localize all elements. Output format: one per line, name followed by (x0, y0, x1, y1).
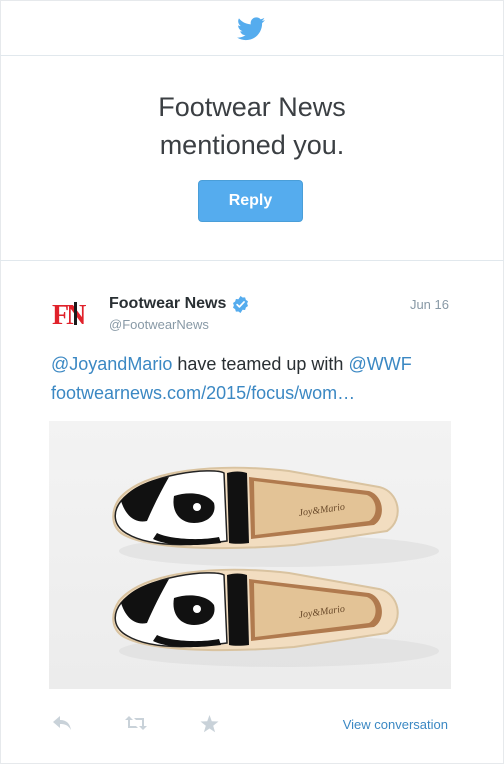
view-conversation-link[interactable]: View conversation (343, 717, 448, 732)
logo-text: FN (52, 300, 86, 328)
author-handle[interactable]: @FootwearNews (109, 317, 209, 332)
headline-line-2: mentioned you. (159, 130, 345, 160)
reply-button[interactable]: Reply (198, 180, 303, 222)
header-bar (0, 0, 504, 56)
notification-headline: Footwear News mentioned you. (0, 88, 504, 164)
mention-link[interactable]: @JoyandMario (51, 354, 172, 374)
author-name[interactable]: Footwear News (109, 295, 226, 313)
tweet-date[interactable]: Jun 16 (410, 297, 449, 312)
panda-espadrilles-photo: Joy&Mario Joy&Mario (112, 466, 439, 667)
headline-line-1: Footwear News (158, 92, 346, 122)
reply-arrow-icon[interactable] (52, 715, 72, 731)
section-divider (0, 260, 504, 261)
top-shoe: Joy&Mario (112, 466, 439, 567)
footwear-news-logo[interactable]: FN (52, 300, 98, 328)
star-icon[interactable] (200, 715, 219, 733)
twitter-bird-icon[interactable] (237, 17, 265, 41)
bottom-shoe: Joy&Mario (112, 568, 439, 667)
url-link[interactable]: footwearnews.com/2015/focus/wom… (51, 383, 355, 403)
verified-badge-icon (233, 296, 248, 313)
mention-link[interactable]: @WWF (348, 354, 411, 374)
retweet-icon[interactable] (124, 715, 148, 731)
tweet-text-middle: have teamed up with (172, 354, 349, 374)
tweet-text: @JoyandMario have teamed up with @WWF fo… (51, 350, 461, 408)
tweet-photo[interactable]: Joy&Mario Joy&Mario (49, 421, 451, 689)
